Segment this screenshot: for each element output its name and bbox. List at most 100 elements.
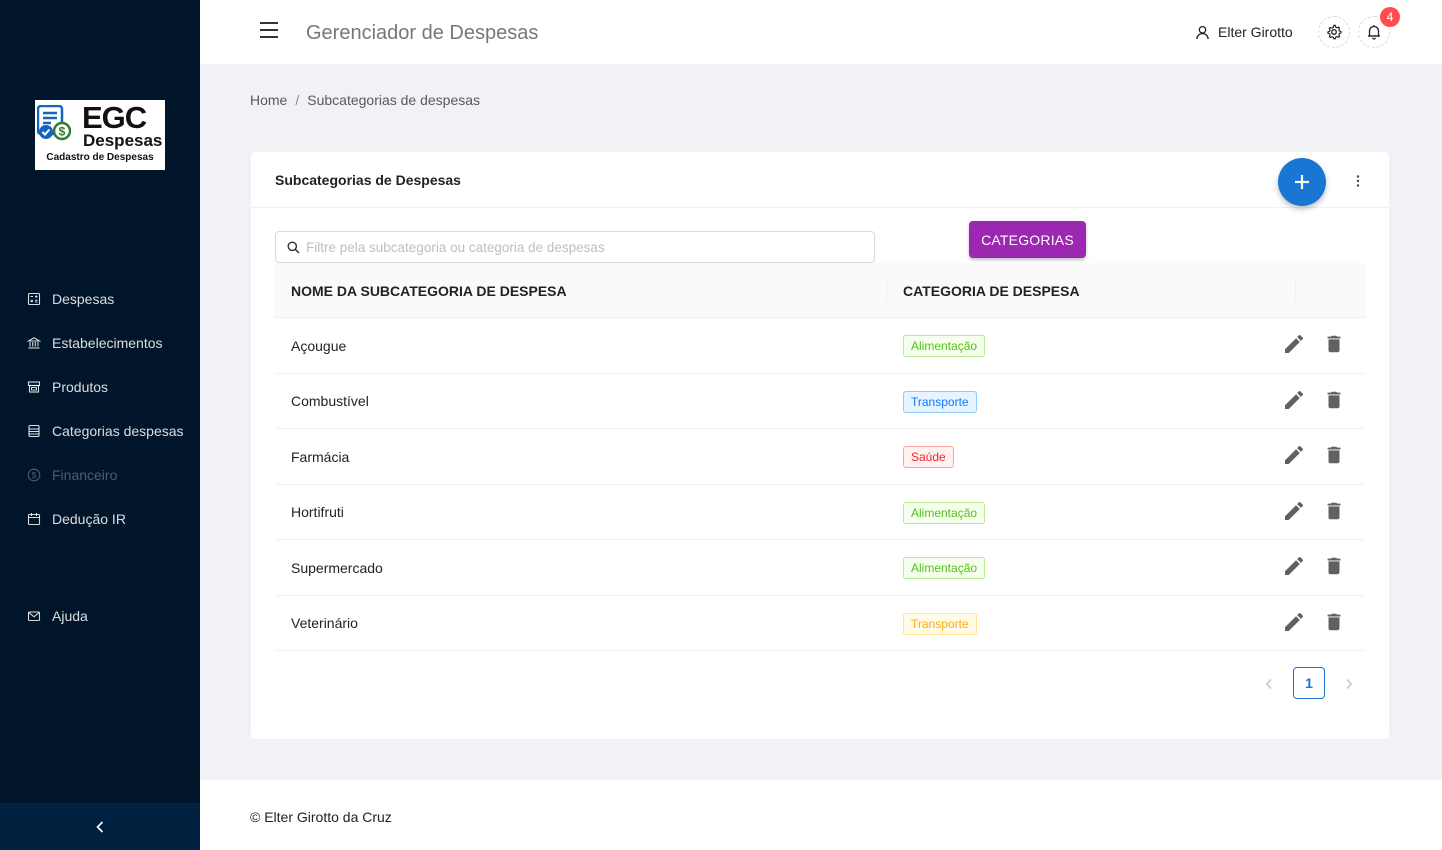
subcategory-name: Combustível xyxy=(291,393,369,409)
top-header: Gerenciador de Despesas Elter Girotto 4 xyxy=(200,0,1442,64)
sidebar: $ EGC Despesas Cadastro de Despesas Desp… xyxy=(0,0,200,850)
trash-icon xyxy=(1327,613,1341,630)
delete-button[interactable] xyxy=(1323,389,1345,411)
search-field[interactable] xyxy=(275,231,875,263)
categories-button[interactable]: CATEGORIAS xyxy=(969,221,1086,258)
breadcrumb-separator: / xyxy=(295,92,300,108)
edit-button[interactable] xyxy=(1282,554,1306,578)
edit-button[interactable] xyxy=(1282,499,1306,523)
category-tag: Transporte xyxy=(903,390,977,413)
sidebar-item-label: Estabelecimentos xyxy=(52,335,163,351)
pagination-prev-button xyxy=(1259,674,1279,694)
breadcrumb: Home / Subcategorias de despesas xyxy=(250,92,480,108)
bank-icon xyxy=(27,336,41,350)
mail-icon xyxy=(27,609,41,623)
column-divider xyxy=(1295,280,1296,301)
chevron-left-icon xyxy=(96,820,104,833)
calendar-icon xyxy=(27,512,41,526)
delete-button[interactable] xyxy=(1323,500,1345,522)
subcategories-card: Subcategorias de Despesas CATEGORIAS NOM… xyxy=(251,152,1389,739)
chevron-right-icon xyxy=(1346,679,1353,689)
edit-button[interactable] xyxy=(1282,610,1306,634)
document-money-icon: $ xyxy=(37,105,71,141)
svg-text:$: $ xyxy=(32,471,37,480)
column-header-category: CATEGORIA DE DESPESA xyxy=(903,282,1080,299)
app-title: Gerenciador de Despesas xyxy=(306,22,539,44)
pencil-icon xyxy=(1285,501,1304,520)
gear-icon xyxy=(1327,24,1342,40)
notification-count-badge: 4 xyxy=(1380,7,1400,27)
subcategory-name: Veterinário xyxy=(291,615,358,631)
category-tag: Saúde xyxy=(903,446,954,468)
subcategories-table: NOME DA SUBCATEGORIA DE DESPESA CATEGORI… xyxy=(275,263,1365,651)
chevron-left-icon xyxy=(1265,679,1272,689)
sidebar-item-produtos[interactable]: Produtos xyxy=(0,365,200,409)
add-subcategory-button[interactable] xyxy=(1278,158,1326,206)
shop-icon xyxy=(27,380,41,394)
edit-button[interactable] xyxy=(1282,443,1306,467)
category-tag: Alimentação xyxy=(903,501,986,524)
subcategory-name: Farmácia xyxy=(291,448,350,465)
more-options-button[interactable] xyxy=(1349,172,1367,190)
user-menu[interactable]: Elter Girotto xyxy=(1195,24,1293,40)
menu-toggle-icon[interactable] xyxy=(260,22,280,40)
table-row: Farmácia Saúde xyxy=(275,429,1365,485)
pencil-icon xyxy=(1285,445,1304,464)
subcategory-name: Açougue xyxy=(291,337,347,354)
list-icon xyxy=(27,424,41,438)
column-header-name: NOME DA SUBCATEGORIA DE DESPESA xyxy=(291,282,567,299)
footer: © Elter Girotto da Cruz xyxy=(200,780,1442,850)
pagination-page-1[interactable]: 1 xyxy=(1293,667,1325,699)
sidebar-item-deducao-ir[interactable]: Dedução IR xyxy=(0,497,200,541)
sidebar-item-label: Produtos xyxy=(52,379,109,395)
category-tag: Alimentação xyxy=(903,557,986,579)
breadcrumb-current: Subcategorias de despesas xyxy=(307,92,481,108)
pencil-icon xyxy=(1285,334,1304,353)
bell-icon xyxy=(1368,25,1380,40)
trash-icon xyxy=(1327,502,1341,519)
table-row: Açougue Alimentação xyxy=(275,318,1365,374)
table-header: NOME DA SUBCATEGORIA DE DESPESA CATEGORI… xyxy=(275,263,1365,318)
column-divider xyxy=(886,280,887,301)
app-logo: $ EGC Despesas Cadastro de Despesas xyxy=(35,100,165,170)
logo-caption: Cadastro de Despesas xyxy=(46,152,154,163)
delete-button[interactable] xyxy=(1323,555,1345,577)
pencil-icon xyxy=(1285,556,1304,575)
delete-button[interactable] xyxy=(1323,444,1345,466)
card-title: Subcategorias de Despesas xyxy=(275,172,461,188)
plus-icon xyxy=(1295,175,1309,189)
sidebar-item-ajuda[interactable]: Ajuda xyxy=(0,594,200,638)
search-icon xyxy=(287,241,300,254)
sidebar-item-label: Despesas xyxy=(52,291,115,307)
breadcrumb-home-link[interactable]: Home xyxy=(250,92,287,108)
table-row: Hortifruti Alimentação xyxy=(275,485,1365,540)
table-row: Veterinário Transporte xyxy=(275,596,1365,651)
trash-icon xyxy=(1327,391,1341,408)
search-input[interactable] xyxy=(306,239,866,255)
edit-button[interactable] xyxy=(1282,332,1306,356)
table-body: Açougue Alimentação Combustível Transporte F… xyxy=(275,318,1365,651)
delete-button[interactable] xyxy=(1323,333,1345,355)
sidebar-collapse-button[interactable] xyxy=(0,803,200,850)
sidebar-item-label: Financeiro xyxy=(52,467,118,483)
sidebar-item-despesas[interactable]: Despesas xyxy=(0,277,200,321)
pencil-icon xyxy=(1285,390,1304,409)
card-header: Subcategorias de Despesas xyxy=(251,152,1389,208)
table-row: Supermercado Alimentação xyxy=(275,540,1365,596)
category-tag: Transporte xyxy=(903,612,977,635)
sidebar-item-categorias-despesas[interactable]: Categorias despesas xyxy=(0,409,200,453)
delete-button[interactable] xyxy=(1323,611,1345,633)
subcategory-name: Supermercado xyxy=(291,559,383,576)
sidebar-item-estabelecimentos[interactable]: Estabelecimentos xyxy=(0,321,200,365)
svg-text:$: $ xyxy=(59,125,66,139)
trash-icon xyxy=(1327,335,1341,353)
logo-subtitle: Despesas xyxy=(83,131,163,150)
footer-copyright: © Elter Girotto da Cruz xyxy=(250,809,392,825)
pagination-next-button[interactable] xyxy=(1339,674,1359,694)
sidebar-item-label: Dedução IR xyxy=(52,511,126,527)
dollar-icon: $ xyxy=(27,468,41,482)
trash-icon xyxy=(1327,446,1341,464)
pencil-icon xyxy=(1285,612,1304,631)
settings-button[interactable] xyxy=(1318,16,1350,48)
edit-button[interactable] xyxy=(1282,388,1306,412)
